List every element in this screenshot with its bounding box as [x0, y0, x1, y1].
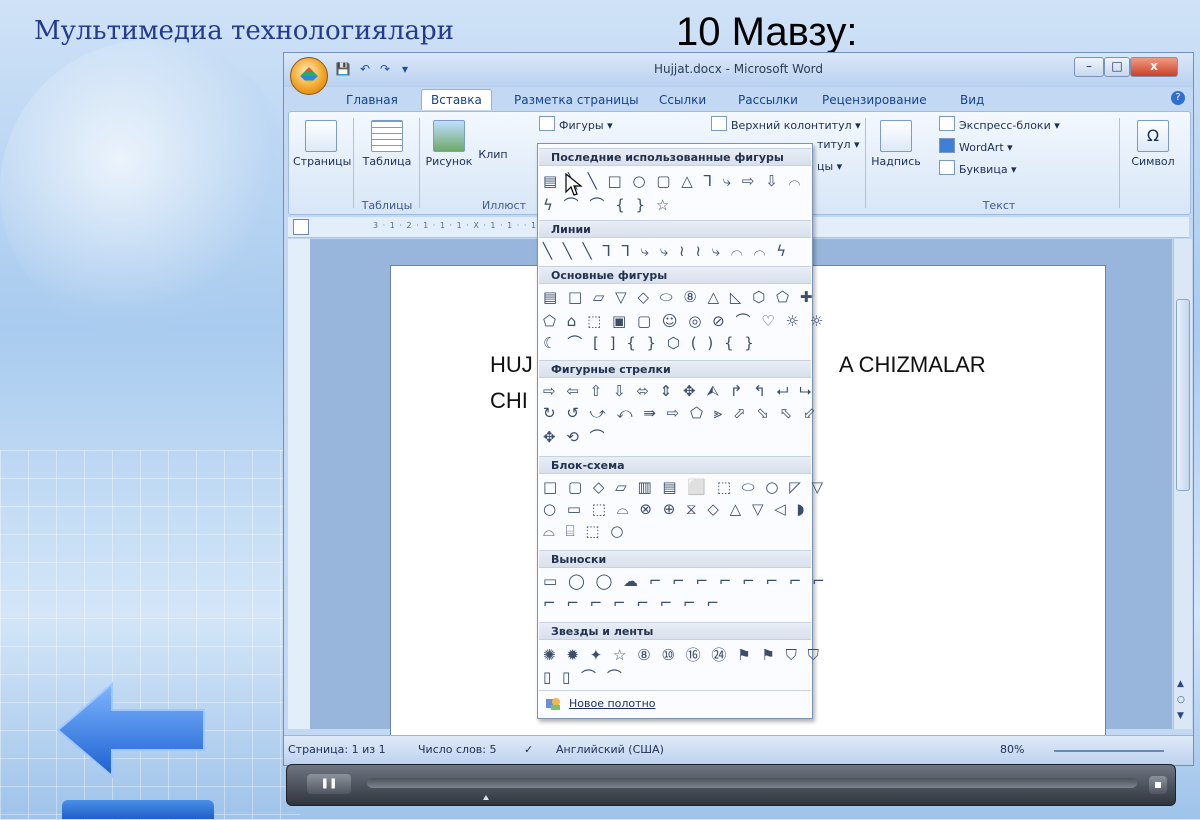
textbox-button[interactable]: Надпись [871, 120, 921, 168]
page-number-button[interactable]: цы ▾ [817, 160, 842, 173]
omega-icon: Ω [1137, 120, 1169, 152]
block-arrows-row-1[interactable]: ⇨ ⇦ ⇧ ⇩ ⬄ ⇕ ✥ ⮙ ↱ ↰ ⮠ ⮡ [543, 382, 814, 400]
lines-row[interactable]: ╲ ╲ ╲ ⅂ ⅂ ⤷ ⤷ ≀ ≀ ⤷ ⌒ ⌒ ϟ [543, 242, 789, 260]
pause-button[interactable]: ❚❚ [307, 774, 351, 794]
slide-background-globe [0, 40, 300, 340]
quick-parts-icon [939, 116, 955, 131]
basic-shapes-row-3[interactable]: ☾ ⌒ [ ] { } ⬡ ( ) { } [543, 332, 757, 353]
lines-header: Линии [539, 220, 811, 238]
page-count-status[interactable]: Страница: 1 из 1 [288, 743, 386, 756]
qat-more-icon[interactable]: ▾ [396, 61, 414, 77]
document-text-line-2[interactable]: CHI [490, 388, 528, 414]
footer-button[interactable]: титул ▾ [817, 138, 860, 151]
stars-banners-header: Звезды и ленты [539, 622, 811, 640]
zoom-level[interactable]: 80% [1000, 743, 1024, 756]
proofing-icon[interactable]: ✓ [524, 743, 533, 756]
basic-shapes-row-1[interactable]: ▤ □ ▱ ▽ ◇ ⬭ ⑧ △ ◺ ⬡ ⬠ ✚ [543, 288, 815, 306]
tables-group-label: Таблицы [361, 199, 413, 212]
block-arrows-row-2[interactable]: ↻ ↺ ⤻ ⤺ ⇛ ⇨ ⬠ ⪢ ⬀ ⬂ ⬁ ⬃ [543, 404, 819, 422]
pages-button[interactable]: Страницы [293, 120, 351, 168]
scroll-down-icon[interactable]: ▼ [1177, 711, 1184, 721]
dropcap-icon [939, 160, 955, 175]
progress-marker-icon[interactable] [483, 795, 489, 800]
topic-title: 10 Мавзу: [676, 10, 858, 54]
minimize-button[interactable]: – [1074, 57, 1104, 77]
stop-button[interactable] [1149, 776, 1167, 794]
picture-icon [433, 120, 465, 152]
maximize-button[interactable]: □ [1104, 57, 1130, 77]
basic-shapes-row-2[interactable]: ⬠ ⌂ ⬚ ▣ ▢ ☺ ◎ ⊘ ⌒ ♡ ☼ ☼ [543, 310, 826, 331]
title-bar: Hujjat.docx - Microsoft Word 💾 ↶ ↷ ▾ – □… [284, 53, 1193, 95]
zoom-slider[interactable] [1054, 750, 1164, 752]
picture-button[interactable]: Рисунок [423, 120, 475, 168]
scroll-up-icon[interactable]: ▲ [1177, 679, 1184, 689]
slide-nav-button[interactable] [62, 800, 214, 819]
symbol-button[interactable]: Ω Символ [1125, 120, 1181, 168]
window-title: Hujjat.docx - Microsoft Word [653, 62, 824, 76]
callouts-row-2[interactable]: ⌐ ⌐ ⌐ ⌐ ⌐ ⌐ ⌐ ⌐ [543, 594, 722, 612]
table-icon [371, 120, 403, 152]
illustrations-group-label: Иллюст [481, 199, 526, 212]
tab-review[interactable]: Рецензирование [814, 91, 935, 109]
vertical-ruler [288, 239, 311, 729]
tab-page-layout[interactable]: Разметка страницы [506, 91, 647, 109]
tab-insert[interactable]: Вставка [421, 89, 492, 110]
header-icon [711, 116, 727, 131]
save-icon[interactable]: 💾 [334, 61, 352, 77]
callouts-row-1[interactable]: ▭ ◯ ◯ ☁ ⌐ ⌐ ⌐ ⌐ ⌐ ⌐ ⌐ ⌐ [543, 572, 828, 590]
block-arrows-header: Фигурные стрелки [539, 360, 811, 378]
back-arrow-icon[interactable] [56, 682, 206, 778]
pages-icon [305, 120, 337, 152]
media-player-bar: ❚❚ [286, 764, 1176, 806]
dropcap-button[interactable]: Буквица ▾ [939, 160, 1017, 176]
redo-icon[interactable]: ↷ [376, 61, 394, 77]
word-count-status[interactable]: Число слов: 5 [418, 743, 497, 756]
stars-banners-row-2[interactable]: ▯ ▯ ⌒ ⌒ [543, 666, 625, 687]
quick-parts-button[interactable]: Экспресс-блоки ▾ [939, 116, 1060, 132]
flowchart-row-3[interactable]: ⌓ ⌸ ⬚ ○ [543, 522, 626, 540]
vertical-scrollbar[interactable]: ▲ ○ ▼ [1173, 239, 1192, 729]
tab-view[interactable]: Вид [952, 91, 992, 109]
tab-references[interactable]: Ссылки [651, 91, 714, 109]
header-button[interactable]: Верхний колонтитул ▾ [711, 116, 861, 132]
recent-shapes-row-2[interactable]: ϟ ⌒ ⌒ { } ☆ [543, 194, 672, 215]
language-status[interactable]: Английский (США) [556, 743, 664, 756]
tab-home[interactable]: Главная [338, 91, 406, 109]
textbox-icon [880, 120, 912, 152]
help-icon[interactable]: ? [1171, 91, 1185, 105]
tab-selector[interactable] [293, 219, 309, 235]
scroll-thumb[interactable] [1176, 299, 1190, 491]
flowchart-header: Блок-схема [539, 456, 811, 474]
flowchart-row-1[interactable]: □ ▢ ◇ ▱ ▥ ▤ ⬜ ⬚ ⬭ ○ ◸ ▽ [543, 478, 826, 496]
select-browse-icon[interactable]: ○ [1177, 695, 1185, 705]
shapes-icon [539, 116, 555, 131]
close-button[interactable]: x [1130, 57, 1178, 77]
flowchart-row-2[interactable]: ○ ▭ ⬚ ⌓ ⊗ ⊕ ⧖ ◇ △ ▽ ◁ ◗ [543, 500, 807, 518]
shapes-dropdown: Последние использованные фигуры ▤ ╲ ╲ □ … [537, 143, 825, 719]
wordart-icon [939, 138, 955, 153]
progress-track[interactable] [367, 778, 1137, 788]
wordart-button[interactable]: WordArt ▾ [939, 138, 1013, 154]
block-arrows-row-3[interactable]: ✥ ⟲ ⌒ [543, 426, 608, 447]
tab-mailings[interactable]: Рассылки [730, 91, 806, 109]
callouts-header: Выноски [539, 550, 811, 568]
status-bar: Страница: 1 из 1 Число слов: 5 ✓ Английс… [284, 735, 1193, 765]
mouse-cursor-icon [565, 173, 583, 196]
basic-shapes-header: Основные фигуры [539, 266, 811, 284]
table-button[interactable]: Таблица [359, 120, 415, 168]
new-canvas-item[interactable]: Новое полотно [539, 690, 811, 717]
stars-banners-row-1[interactable]: ✺ ✹ ✦ ☆ ⑧ ⑩ ⑯ ㉔ ⚑ ⚑ ⛉ ⛉ [543, 644, 822, 665]
new-canvas-icon [546, 698, 560, 710]
ribbon-tabs: Главная Вставка Разметка страницы Ссылки… [284, 87, 1193, 111]
document-text-line-1-end[interactable]: A CHIZMALAR [839, 352, 986, 378]
document-text-line-1-start[interactable]: HUJ [490, 352, 533, 378]
shapes-button[interactable]: Фигуры ▾ [539, 116, 613, 132]
undo-icon[interactable]: ↶ [356, 61, 374, 77]
text-group-label: Текст [982, 199, 1016, 212]
recent-shapes-header: Последние использованные фигуры [539, 148, 811, 166]
clip-button[interactable]: Клип [477, 148, 509, 161]
slide-title: Мультимедиа технологиялари [34, 16, 454, 46]
new-canvas-label: Новое полотно [569, 697, 656, 710]
